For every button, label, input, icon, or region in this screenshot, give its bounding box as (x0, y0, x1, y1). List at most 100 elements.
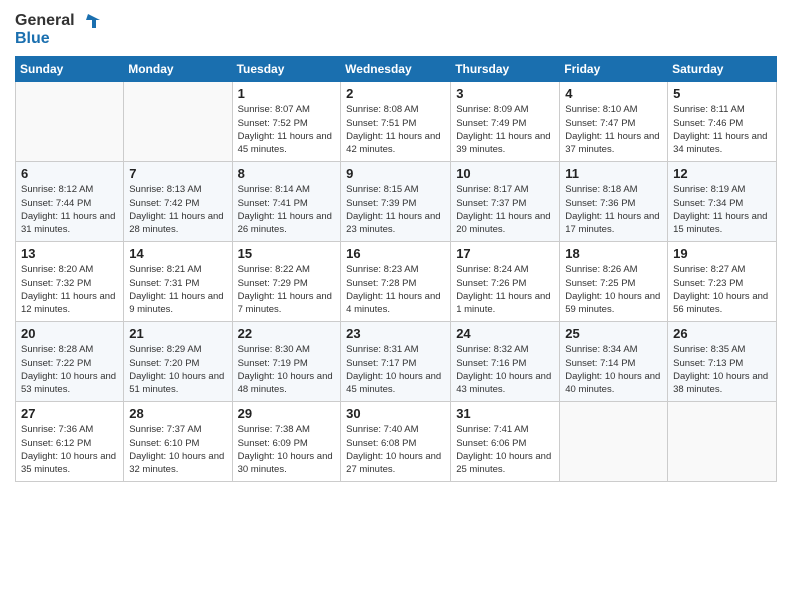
day-number: 20 (21, 326, 118, 341)
day-detail: Sunrise: 8:28 AM Sunset: 7:22 PM Dayligh… (21, 343, 118, 396)
calendar-cell: 22Sunrise: 8:30 AM Sunset: 7:19 PM Dayli… (232, 322, 341, 402)
day-detail: Sunrise: 8:19 AM Sunset: 7:34 PM Dayligh… (673, 183, 771, 236)
day-detail: Sunrise: 8:34 AM Sunset: 7:14 PM Dayligh… (565, 343, 662, 396)
col-header-wednesday: Wednesday (341, 57, 451, 82)
header: General Blue (15, 10, 777, 48)
calendar-cell: 2 Sunrise: 8:08 AM Sunset: 7:51 PM Daylig… (341, 82, 451, 162)
day-number: 25 (565, 326, 662, 341)
day-detail: Sunrise: 8:35 AM Sunset: 7:13 PM Dayligh… (673, 343, 771, 396)
calendar-cell: 21 Sunrise: 8:29 AM Sunset: 7:20 PM Dayli… (124, 322, 232, 402)
week-row-3: 13 Sunrise: 8:20 AM Sunset: 7:32 PM Dayli… (16, 242, 777, 322)
day-number: 18 (565, 246, 662, 261)
day-detail: Sunrise: 8:10 AM Sunset: 7:47 PM Dayligh… (565, 103, 662, 156)
calendar-cell: 6 Sunrise: 8:12 AM Sunset: 7:44 PM Daylig… (16, 162, 124, 242)
calendar-cell: 20 Sunrise: 8:28 AM Sunset: 7:22 PM Dayli… (16, 322, 124, 402)
calendar-cell: 15 Sunrise: 8:22 AM Sunset: 7:29 PM Dayli… (232, 242, 341, 322)
day-number: 8 (238, 166, 336, 181)
calendar-cell: 3 Sunrise: 8:09 AM Sunset: 7:49 PM Daylig… (451, 82, 560, 162)
day-detail: Sunrise: 8:14 AM Sunset: 7:41 PM Dayligh… (238, 183, 336, 236)
day-number: 3 (456, 86, 554, 101)
day-detail: Sunrise: 8:18 AM Sunset: 7:36 PM Dayligh… (565, 183, 662, 236)
calendar-cell (560, 402, 668, 482)
calendar-cell: 13 Sunrise: 8:20 AM Sunset: 7:32 PM Dayli… (16, 242, 124, 322)
day-number: 23 (346, 326, 445, 341)
calendar-cell: 18 Sunrise: 8:26 AM Sunset: 7:25 PM Dayli… (560, 242, 668, 322)
logo-bird-icon (78, 10, 100, 32)
day-detail: Sunrise: 8:32 AM Sunset: 7:16 PM Dayligh… (456, 343, 554, 396)
calendar-cell: 29 Sunrise: 7:38 AM Sunset: 6:09 PM Dayli… (232, 402, 341, 482)
col-header-sunday: Sunday (16, 57, 124, 82)
day-detail: Sunrise: 8:30 AM Sunset: 7:19 PM Dayligh… (238, 343, 336, 396)
calendar-cell: 26 Sunrise: 8:35 AM Sunset: 7:13 PM Dayli… (668, 322, 777, 402)
calendar-cell: 1Sunrise: 8:07 AM Sunset: 7:52 PM Daylig… (232, 82, 341, 162)
day-detail: Sunrise: 8:22 AM Sunset: 7:29 PM Dayligh… (238, 263, 336, 316)
day-number: 15 (238, 246, 336, 261)
day-number: 13 (21, 246, 118, 261)
calendar-cell: 23 Sunrise: 8:31 AM Sunset: 7:17 PM Dayli… (341, 322, 451, 402)
day-number: 1 (238, 86, 336, 101)
day-number: 28 (129, 406, 226, 421)
calendar-cell: 31 Sunrise: 7:41 AM Sunset: 6:06 PM Dayli… (451, 402, 560, 482)
day-detail: Sunrise: 7:40 AM Sunset: 6:08 PM Dayligh… (346, 423, 445, 476)
day-number: 14 (129, 246, 226, 261)
day-number: 7 (129, 166, 226, 181)
day-detail: Sunrise: 8:11 AM Sunset: 7:46 PM Dayligh… (673, 103, 771, 156)
day-detail: Sunrise: 7:41 AM Sunset: 6:06 PM Dayligh… (456, 423, 554, 476)
day-detail: Sunrise: 8:15 AM Sunset: 7:39 PM Dayligh… (346, 183, 445, 236)
day-number: 27 (21, 406, 118, 421)
week-row-4: 20 Sunrise: 8:28 AM Sunset: 7:22 PM Dayli… (16, 322, 777, 402)
day-detail: Sunrise: 8:17 AM Sunset: 7:37 PM Dayligh… (456, 183, 554, 236)
calendar-cell (668, 402, 777, 482)
day-number: 29 (238, 406, 336, 421)
day-number: 30 (346, 406, 445, 421)
day-number: 26 (673, 326, 771, 341)
day-detail: Sunrise: 7:37 AM Sunset: 6:10 PM Dayligh… (129, 423, 226, 476)
day-detail: Sunrise: 8:08 AM Sunset: 7:51 PM Dayligh… (346, 103, 445, 156)
calendar-cell: 12 Sunrise: 8:19 AM Sunset: 7:34 PM Dayli… (668, 162, 777, 242)
calendar-cell: 4 Sunrise: 8:10 AM Sunset: 7:47 PM Daylig… (560, 82, 668, 162)
calendar-cell: 8 Sunrise: 8:14 AM Sunset: 7:41 PM Daylig… (232, 162, 341, 242)
day-detail: Sunrise: 8:13 AM Sunset: 7:42 PM Dayligh… (129, 183, 226, 236)
calendar-cell: 27 Sunrise: 7:36 AM Sunset: 6:12 PM Dayli… (16, 402, 124, 482)
week-row-2: 6 Sunrise: 8:12 AM Sunset: 7:44 PM Daylig… (16, 162, 777, 242)
day-number: 31 (456, 406, 554, 421)
calendar-cell: 16Sunrise: 8:23 AM Sunset: 7:28 PM Dayli… (341, 242, 451, 322)
calendar-cell: 19 Sunrise: 8:27 AM Sunset: 7:23 PM Dayli… (668, 242, 777, 322)
calendar-cell: 28 Sunrise: 7:37 AM Sunset: 6:10 PM Dayli… (124, 402, 232, 482)
day-number: 11 (565, 166, 662, 181)
day-number: 17 (456, 246, 554, 261)
calendar-cell: 7 Sunrise: 8:13 AM Sunset: 7:42 PM Daylig… (124, 162, 232, 242)
day-number: 2 (346, 86, 445, 101)
day-detail: Sunrise: 8:20 AM Sunset: 7:32 PM Dayligh… (21, 263, 118, 316)
day-number: 19 (673, 246, 771, 261)
calendar-cell: 17Sunrise: 8:24 AM Sunset: 7:26 PM Dayli… (451, 242, 560, 322)
page: General Blue SundayMondayTuesdayWednesda… (0, 0, 792, 612)
day-detail: Sunrise: 8:31 AM Sunset: 7:17 PM Dayligh… (346, 343, 445, 396)
day-detail: Sunrise: 8:27 AM Sunset: 7:23 PM Dayligh… (673, 263, 771, 316)
day-number: 21 (129, 326, 226, 341)
col-header-saturday: Saturday (668, 57, 777, 82)
day-detail: Sunrise: 7:36 AM Sunset: 6:12 PM Dayligh… (21, 423, 118, 476)
calendar-cell: 9Sunrise: 8:15 AM Sunset: 7:39 PM Daylig… (341, 162, 451, 242)
day-number: 16 (346, 246, 445, 261)
day-detail: Sunrise: 8:29 AM Sunset: 7:20 PM Dayligh… (129, 343, 226, 396)
day-number: 6 (21, 166, 118, 181)
logo-blue: Blue (15, 30, 50, 48)
week-row-1: 1Sunrise: 8:07 AM Sunset: 7:52 PM Daylig… (16, 82, 777, 162)
day-number: 5 (673, 86, 771, 101)
day-number: 12 (673, 166, 771, 181)
day-number: 10 (456, 166, 554, 181)
calendar-cell (124, 82, 232, 162)
header-row: SundayMondayTuesdayWednesdayThursdayFrid… (16, 57, 777, 82)
logo: General Blue (15, 10, 100, 48)
col-header-tuesday: Tuesday (232, 57, 341, 82)
logo-general: General (15, 12, 75, 30)
day-number: 24 (456, 326, 554, 341)
day-detail: Sunrise: 8:12 AM Sunset: 7:44 PM Dayligh… (21, 183, 118, 236)
calendar-cell: 25 Sunrise: 8:34 AM Sunset: 7:14 PM Dayli… (560, 322, 668, 402)
day-detail: Sunrise: 8:09 AM Sunset: 7:49 PM Dayligh… (456, 103, 554, 156)
day-number: 4 (565, 86, 662, 101)
day-detail: Sunrise: 7:38 AM Sunset: 6:09 PM Dayligh… (238, 423, 336, 476)
calendar-cell: 24 Sunrise: 8:32 AM Sunset: 7:16 PM Dayli… (451, 322, 560, 402)
day-detail: Sunrise: 8:26 AM Sunset: 7:25 PM Dayligh… (565, 263, 662, 316)
